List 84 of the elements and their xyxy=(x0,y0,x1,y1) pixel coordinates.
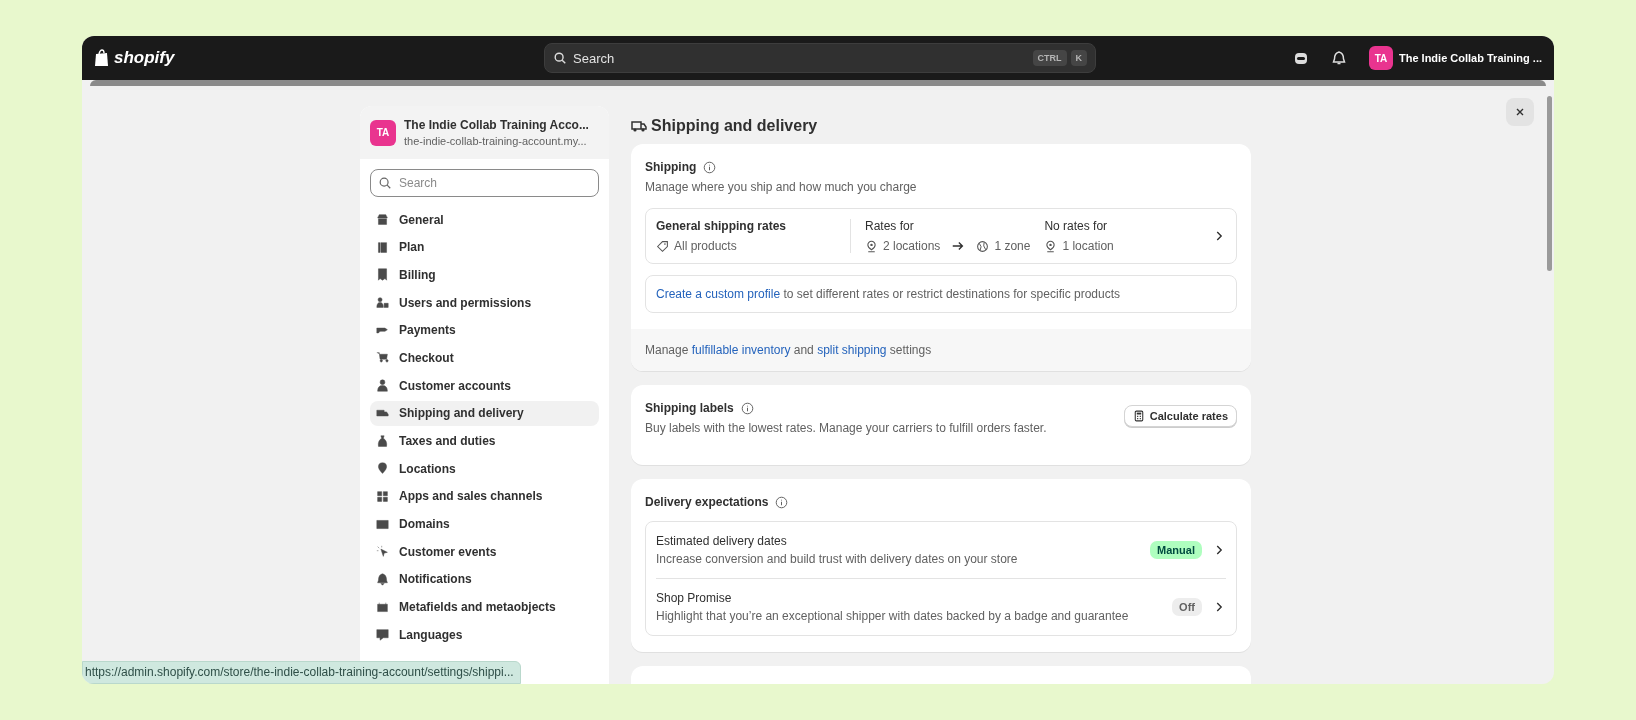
pin-icon xyxy=(1044,239,1058,253)
sidebar-item[interactable]: Billing xyxy=(370,262,599,288)
sidebar-item[interactable]: Taxes and duties xyxy=(370,428,599,454)
card-title: Delivery expectations xyxy=(645,495,769,509)
search-field[interactable]: Search xyxy=(370,169,599,197)
bag-icon xyxy=(376,434,389,448)
sidebar-item[interactable]: Languages xyxy=(370,622,599,648)
custom-profile-link[interactable]: Create a custom profile xyxy=(656,287,781,301)
custom-profile-text: Create a custom profile to set different rates or restrict destinations for specific products xyxy=(656,287,1121,301)
sidebar-item[interactable]: Plan xyxy=(370,234,599,260)
store-menu-button[interactable]: TA The Indie Collab Training ... xyxy=(1369,46,1542,70)
store-icon xyxy=(376,213,389,226)
shopify-logo[interactable]: shopify xyxy=(94,48,544,68)
info-icon[interactable] xyxy=(775,495,789,509)
info-icon[interactable] xyxy=(703,160,717,174)
book-icon xyxy=(376,240,389,254)
sidebar-item[interactable]: General xyxy=(370,207,599,232)
option-description: Increase conversion and build trust with delivery dates on your store xyxy=(656,552,1019,566)
close-icon xyxy=(1514,106,1526,118)
card-subtitle: Buy labels with the lowest rates. Manage your carriers to fulfill orders faster. xyxy=(645,421,1047,435)
no-rates-count: 1 location xyxy=(1062,239,1114,253)
cursor-icon xyxy=(376,545,389,559)
shipping-profile-row[interactable]: General shipping rates All products Rates for 2 locations 1 zone No rates for 1 location xyxy=(645,208,1237,264)
status-badge: Off xyxy=(1172,598,1202,616)
locations-count: 2 locations xyxy=(883,239,941,253)
sidebar-item[interactable]: Customer accounts xyxy=(370,373,599,399)
profile-products: All products xyxy=(674,239,737,253)
option-title: Shop Promise xyxy=(656,591,733,605)
bell-icon[interactable] xyxy=(1331,50,1347,66)
card-title: Shipping labels xyxy=(645,401,734,415)
option-title: Estimated delivery dates xyxy=(656,534,788,548)
status-badge: Manual xyxy=(1150,541,1202,559)
keyboard-key: CTRL xyxy=(1032,50,1067,66)
settings-link[interactable]: split shipping xyxy=(817,343,887,357)
grid-icon xyxy=(376,489,389,503)
person-icon xyxy=(376,379,389,393)
calculate-rates-button[interactable]: Calculate rates xyxy=(1123,405,1237,427)
sidebar-item[interactable]: Shipping and delivery xyxy=(370,400,599,426)
profile-name: General shipping rates xyxy=(656,219,788,233)
search-icon xyxy=(553,51,567,65)
close-button[interactable] xyxy=(1506,98,1534,126)
delivery-option-row[interactable]: Estimated delivery dates Increase conversion and build trust with delivery dates on your store Manual xyxy=(656,522,1226,578)
sidebar-item[interactable]: Locations xyxy=(370,456,599,482)
keyboard-key: K xyxy=(1070,50,1087,66)
search-icon xyxy=(378,176,392,190)
search-bar[interactable]: Search CTRL K xyxy=(544,43,1096,73)
receipt-icon xyxy=(376,268,389,282)
pin-icon xyxy=(376,462,389,476)
page-title-text: Shipping and delivery xyxy=(651,117,818,135)
sidebar-item[interactable]: Customer events xyxy=(370,539,599,565)
bell-icon xyxy=(376,572,389,586)
search-placeholder: Search xyxy=(573,50,616,66)
store-name: The Indie Collab Training Acco... xyxy=(404,118,589,132)
shopping-bag-icon xyxy=(94,49,110,67)
sidebar-item[interactable]: Users and permissions xyxy=(370,290,599,316)
card-subtitle: Manage where you ship and how much you charge xyxy=(645,180,918,194)
scrollbar[interactable] xyxy=(1547,96,1552,271)
sidebar-item[interactable]: Domains xyxy=(370,511,599,537)
no-rates-label: No rates for xyxy=(1044,219,1109,233)
option-description: Highlight that you’re an exceptional shipper with dates backed by a badge and guarantee xyxy=(656,609,1130,623)
settings-link[interactable]: fulfillable inventory xyxy=(691,343,791,357)
logo-text: shopify xyxy=(114,48,175,68)
zones-count: 1 zone xyxy=(994,239,1031,253)
sidebar-item[interactable]: Payments xyxy=(370,317,599,343)
users-icon xyxy=(376,296,389,310)
store-avatar: TA xyxy=(370,119,396,146)
arrow-icon xyxy=(951,239,966,253)
globe-icon xyxy=(976,239,990,253)
link-url-tooltip: https://admin.shopify.com/store/the-indie-collab-training-account/settings/shippi... xyxy=(82,661,521,684)
tag-icon xyxy=(656,239,669,253)
calculator-icon xyxy=(1132,410,1145,422)
delivery-option-row[interactable]: Shop Promise Highlight that you’re an exceptional shipper with dates backed by a badge and guarantee Off xyxy=(656,578,1226,635)
store-domain: the-indie-collab-training-account.my... xyxy=(404,135,588,147)
cart-icon xyxy=(376,351,389,365)
sidebar-item[interactable]: Metafields and metaobjects xyxy=(370,594,599,620)
info-icon[interactable] xyxy=(740,401,754,415)
sidebar-item[interactable]: Notifications xyxy=(370,566,599,592)
pin-icon xyxy=(865,239,878,253)
sidebar-item[interactable]: Apps and sales channels xyxy=(370,483,599,509)
rates-label: Rates for xyxy=(865,219,915,233)
card-title: Shipping xyxy=(645,160,697,174)
footer-text: Manage fulfillable inventory and split shipping settings xyxy=(645,343,933,357)
store-avatar: TA xyxy=(1369,46,1393,70)
sidebar-item[interactable]: Checkout xyxy=(370,345,599,371)
